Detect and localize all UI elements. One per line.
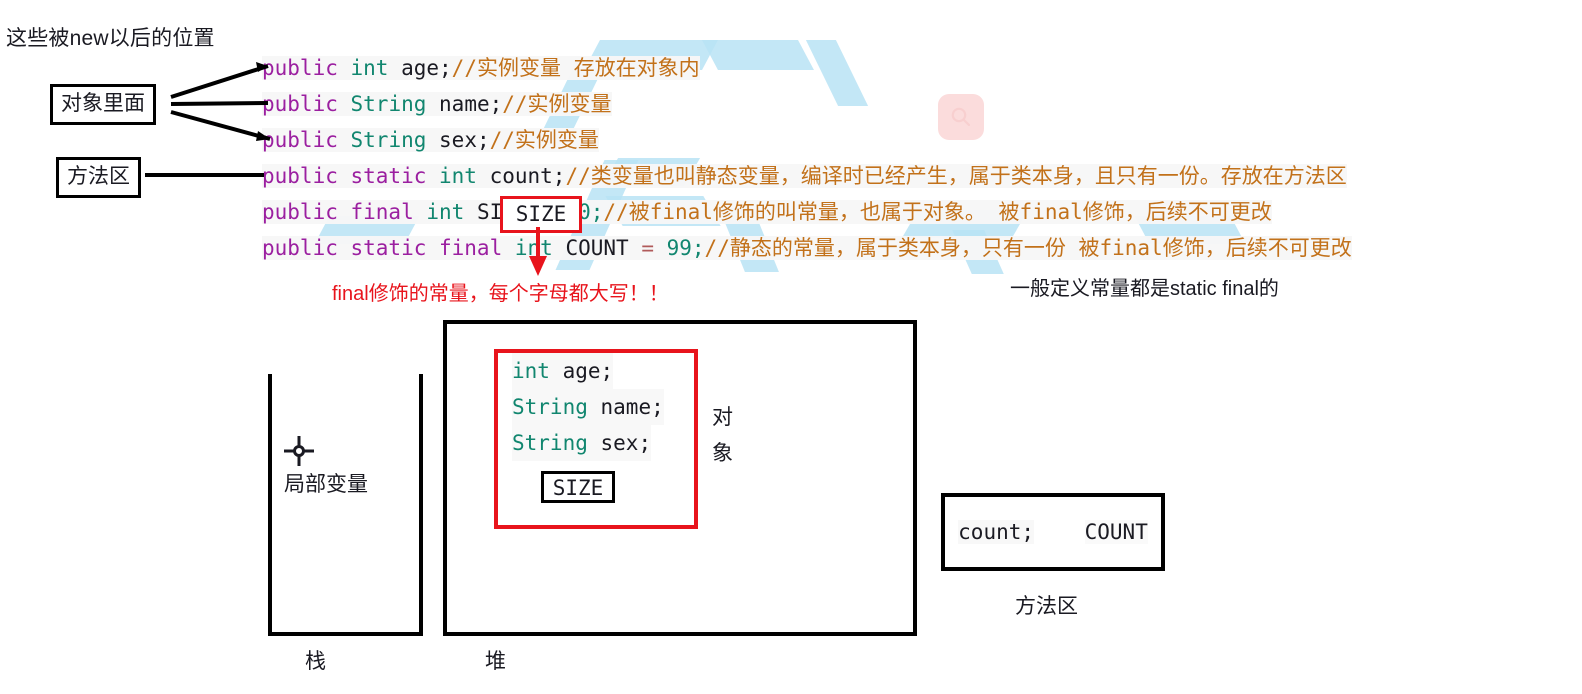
code-line: public static final int COUNT = 99;//静态的…: [262, 230, 1520, 266]
static-final-note: 一般定义常量都是static final的: [1010, 278, 1279, 300]
code-token: public static: [262, 164, 440, 188]
heap-label: 堆: [485, 650, 506, 673]
object-label-char-2: 象: [712, 442, 733, 465]
red-annotation: final修饰的常量，每个字母都大写！！: [332, 283, 669, 305]
code-token: sex;: [439, 128, 490, 152]
code-token: int: [439, 164, 490, 188]
diagram-canvas: 这些被new以后的位置 对象里面 方法区 public int age;//实例…: [0, 0, 1582, 694]
object-field-line: String name;: [498, 389, 694, 425]
connector-object-to-name: [170, 101, 269, 106]
code-token: public: [262, 56, 351, 80]
code-token: //实例变量: [489, 128, 599, 152]
method-area-entries: count; COUNT: [945, 497, 1161, 567]
code-line: public String name;//实例变量: [262, 86, 1520, 122]
object-field-token: int: [512, 359, 563, 383]
method-area-instance-entry: count;: [958, 520, 1035, 544]
code-line: public static int count;//类变量也叫静态变量，编译时已…: [262, 158, 1520, 194]
code-token: //静态的常量，属于类本身，只有一份 被final修饰，后续不可更改: [704, 236, 1352, 260]
code-token: String: [350, 128, 440, 152]
code-token: //类变量也叫静态变量，编译时已经产生，属于类本身，且只有一份。存放在方法区: [565, 164, 1347, 188]
connector-object-to-age: [170, 64, 269, 99]
object-vertical-label: 对 象: [712, 400, 742, 472]
code-line: public final int SIZE = 10;//被final修饰的叫常…: [262, 194, 1520, 230]
stack-box: [268, 374, 423, 636]
code-token: COUNT: [565, 236, 642, 260]
code-block: public int age;//实例变量 存放在对象内 public Strin…: [262, 44, 1520, 272]
connector-object-to-sex: [170, 110, 271, 141]
code-token: public: [262, 92, 351, 116]
object-field-line: int age;: [498, 353, 694, 389]
code-token: 99;: [666, 236, 705, 260]
code-line: public int age;//实例变量 存放在对象内: [262, 50, 1520, 86]
code-token: String: [350, 92, 440, 116]
code-line: public String sex;//实例变量: [262, 122, 1520, 158]
code-token: public final: [262, 200, 427, 224]
object-field-token: String: [512, 395, 601, 419]
code-token: int: [514, 236, 566, 260]
size-highlight-box: SIZE: [500, 196, 582, 233]
stack-label: 栈: [305, 650, 326, 673]
page-title: 这些被new以后的位置: [6, 27, 215, 50]
method-area-label: 方法区: [1015, 595, 1078, 618]
code-token: //实例变量: [502, 92, 612, 116]
object-field-token: name;: [600, 395, 664, 419]
code-token: =: [641, 236, 667, 260]
code-token: name;: [439, 92, 503, 116]
label-object-inside: 对象里面: [50, 84, 156, 125]
code-token: //被final修饰的叫常量，也属于对象。 被final修饰，后续不可更改: [603, 200, 1272, 224]
label-method-area: 方法区: [56, 157, 141, 198]
object-constant-label: SIZE: [552, 476, 604, 500]
method-area-box: count; COUNT: [941, 493, 1165, 571]
code-token: public static final: [262, 236, 515, 260]
object-field-token: sex;: [600, 431, 652, 455]
code-token: int: [426, 200, 477, 224]
object-field-line: String sex;: [498, 425, 694, 461]
object-field-token: String: [512, 431, 601, 455]
code-token: age;: [401, 56, 452, 80]
code-token: //实例变量 存放在对象内: [451, 56, 700, 80]
object-fields-list: int age; String name; String sex;: [498, 353, 694, 461]
local-variable-label: 局部变量: [284, 473, 368, 496]
code-token: count;: [489, 164, 566, 188]
object-label-char-1: 对: [712, 406, 733, 429]
method-area-static-entry: COUNT: [1084, 520, 1148, 544]
code-token: int: [350, 56, 402, 80]
object-constant-box: SIZE: [541, 471, 615, 503]
code-token: public: [262, 128, 351, 152]
object-field-token: age;: [562, 359, 614, 383]
size-highlight-label: SIZE: [515, 202, 567, 226]
